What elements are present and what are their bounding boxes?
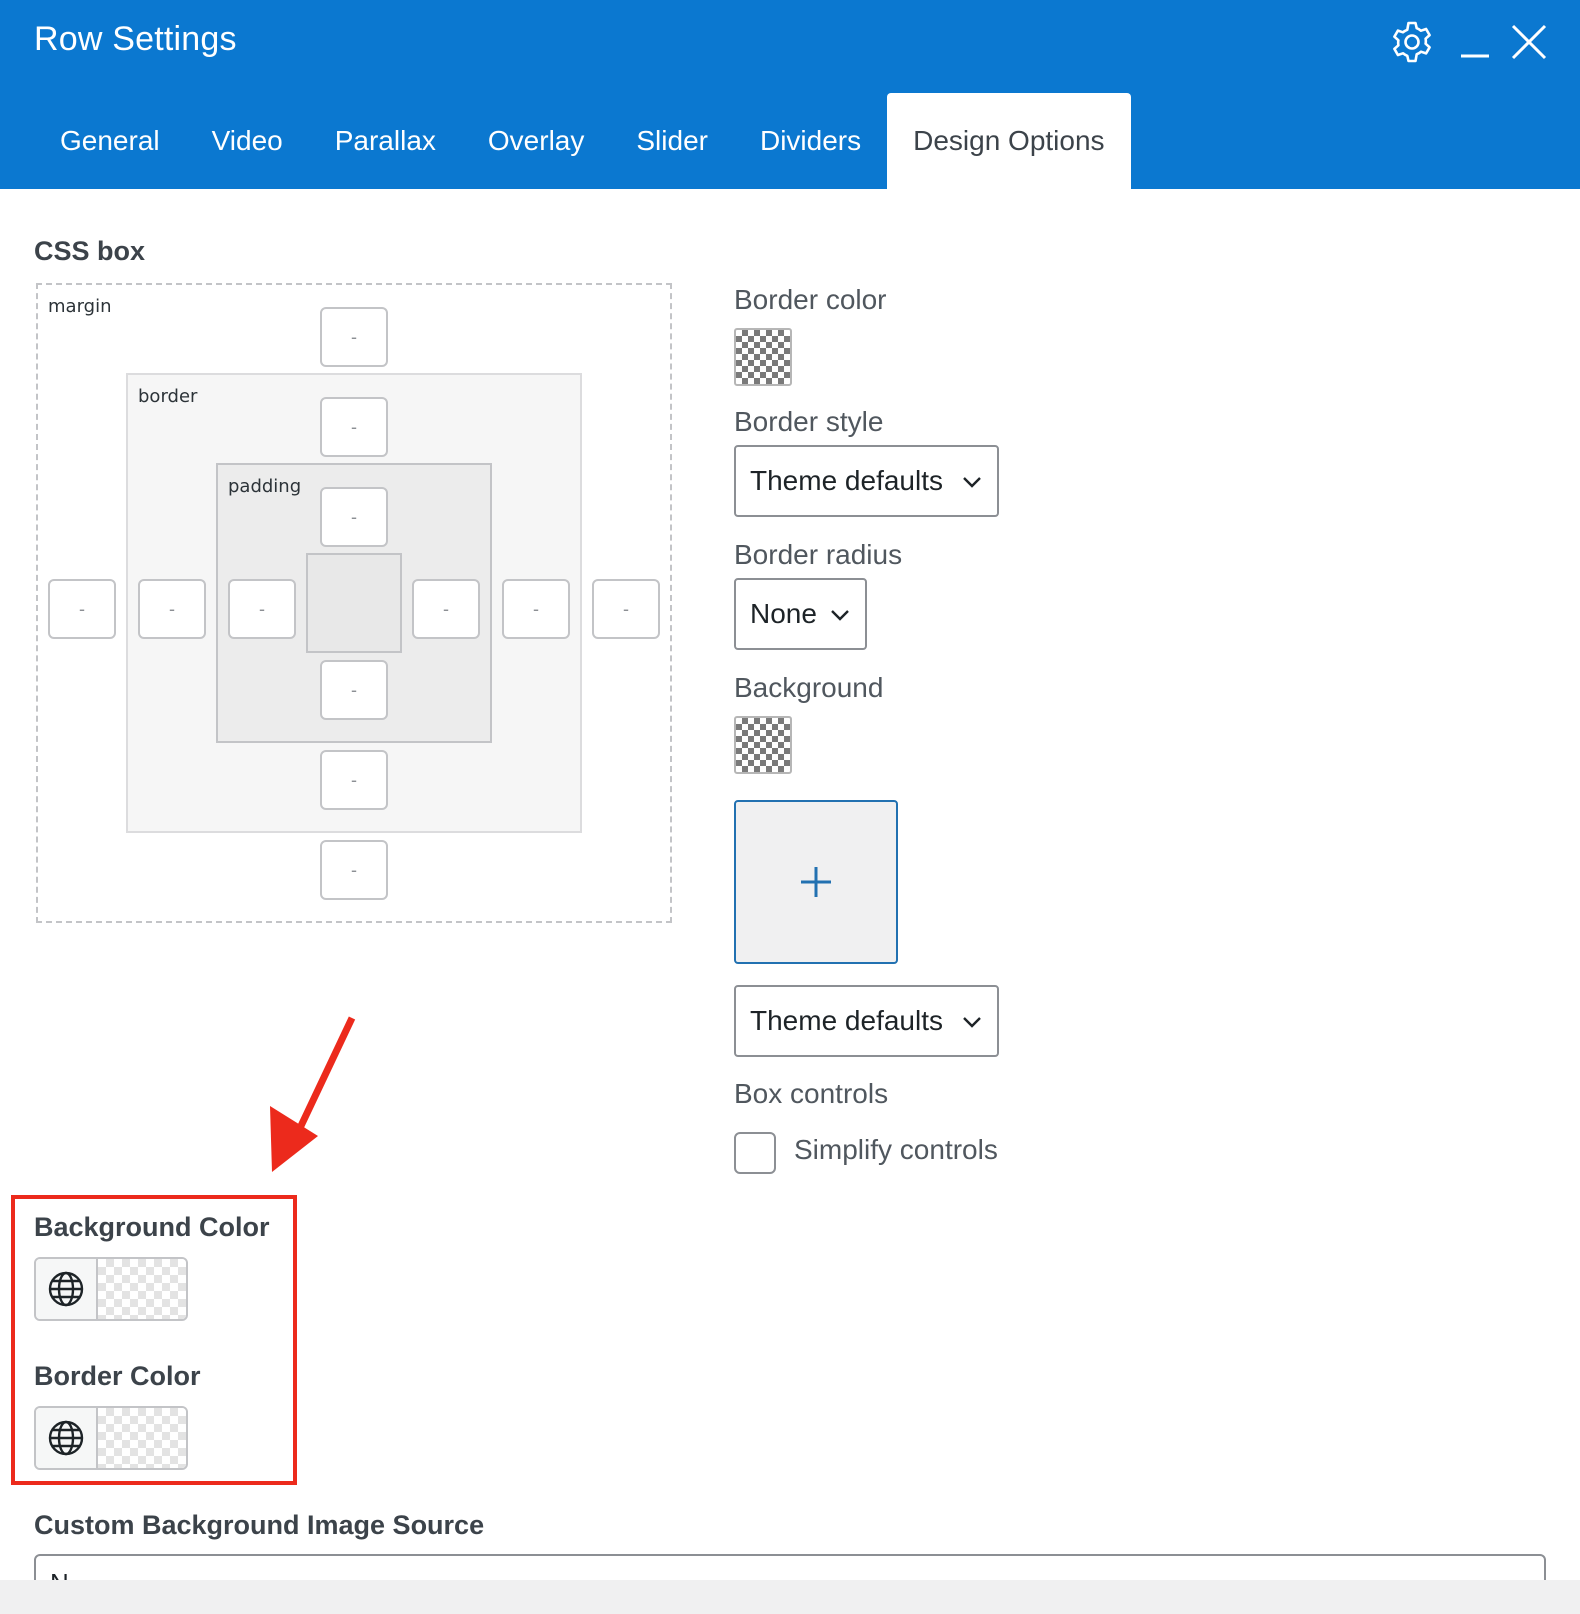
border-color-label: Border color	[734, 284, 887, 315]
background-color-title: Background Color	[34, 1212, 270, 1242]
border-color-picker[interactable]	[98, 1408, 186, 1468]
tab-slider[interactable]: Slider	[610, 93, 734, 189]
window-title: Row Settings	[34, 20, 237, 58]
border-right-input[interactable]: -	[502, 579, 570, 639]
padding-right-input[interactable]: -	[412, 579, 480, 639]
border-radius-select[interactable]: None	[734, 578, 867, 650]
custom-bg-source-title: Custom Background Image Source	[34, 1510, 485, 1540]
background-label: Background	[734, 672, 884, 703]
window-header: Row Settings General Video Parallax Over…	[0, 0, 1580, 189]
tab-video[interactable]: Video	[186, 93, 309, 189]
tab-bar: General Video Parallax Overlay Slider Di…	[34, 93, 1131, 189]
margin-right-input[interactable]: -	[592, 579, 660, 639]
chevron-down-icon	[961, 471, 983, 493]
tab-parallax[interactable]: Parallax	[309, 93, 462, 189]
background-color-field	[34, 1257, 188, 1321]
padding-top-input[interactable]: -	[320, 487, 388, 547]
border-radius-label: Border radius	[734, 539, 903, 570]
border-label: border	[138, 386, 198, 407]
margin-left-input[interactable]: -	[48, 579, 116, 639]
globe-icon[interactable]	[36, 1259, 98, 1319]
chevron-down-icon	[829, 604, 851, 626]
border-style-value: Theme defaults	[750, 465, 943, 496]
border-color-field	[34, 1406, 188, 1470]
row-settings-window: Row Settings General Video Parallax Over…	[0, 0, 1580, 1580]
gear-icon[interactable]	[1388, 18, 1436, 66]
plus-icon	[800, 866, 832, 898]
margin-top-input[interactable]: -	[320, 307, 388, 367]
background-style-value: Theme defaults	[750, 1005, 943, 1036]
padding-label: padding	[228, 476, 302, 497]
border-left-input[interactable]: -	[138, 579, 206, 639]
border-color-swatch[interactable]	[734, 328, 792, 386]
border-style-label: Border style	[734, 406, 884, 437]
simplify-controls-checkbox[interactable]	[734, 1132, 776, 1174]
background-color-swatch[interactable]	[734, 716, 792, 774]
padding-bottom-input[interactable]: -	[320, 660, 388, 720]
tab-design-options[interactable]: Design Options	[887, 93, 1131, 189]
add-background-image-button[interactable]	[734, 800, 898, 964]
custom-bg-source-select[interactable]: N	[34, 1554, 1546, 1580]
border-color-title: Border Color	[34, 1361, 201, 1391]
minimize-icon[interactable]	[1451, 18, 1499, 66]
annotation-arrow-icon	[262, 1010, 362, 1180]
border-style-select[interactable]: Theme defaults	[734, 445, 999, 517]
globe-icon[interactable]	[36, 1408, 98, 1468]
tab-general[interactable]: General	[34, 93, 186, 189]
footer-strip	[0, 1580, 1580, 1614]
tab-dividers[interactable]: Dividers	[734, 93, 887, 189]
margin-bottom-input[interactable]: -	[320, 840, 388, 900]
chevron-down-icon	[961, 1011, 983, 1033]
background-style-select[interactable]: Theme defaults	[734, 985, 999, 1057]
margin-label: margin	[48, 296, 112, 317]
background-color-picker[interactable]	[98, 1259, 186, 1319]
close-icon[interactable]	[1505, 18, 1553, 66]
tab-overlay[interactable]: Overlay	[462, 93, 610, 189]
css-box-title: CSS box	[34, 236, 146, 266]
border-top-input[interactable]: -	[320, 397, 388, 457]
simplify-controls-label: Simplify controls	[794, 1134, 998, 1165]
border-radius-value: None	[750, 598, 817, 629]
padding-left-input[interactable]: -	[228, 579, 296, 639]
box-controls-label: Box controls	[734, 1078, 889, 1109]
css-box-content-area	[306, 553, 402, 653]
border-bottom-input[interactable]: -	[320, 750, 388, 810]
